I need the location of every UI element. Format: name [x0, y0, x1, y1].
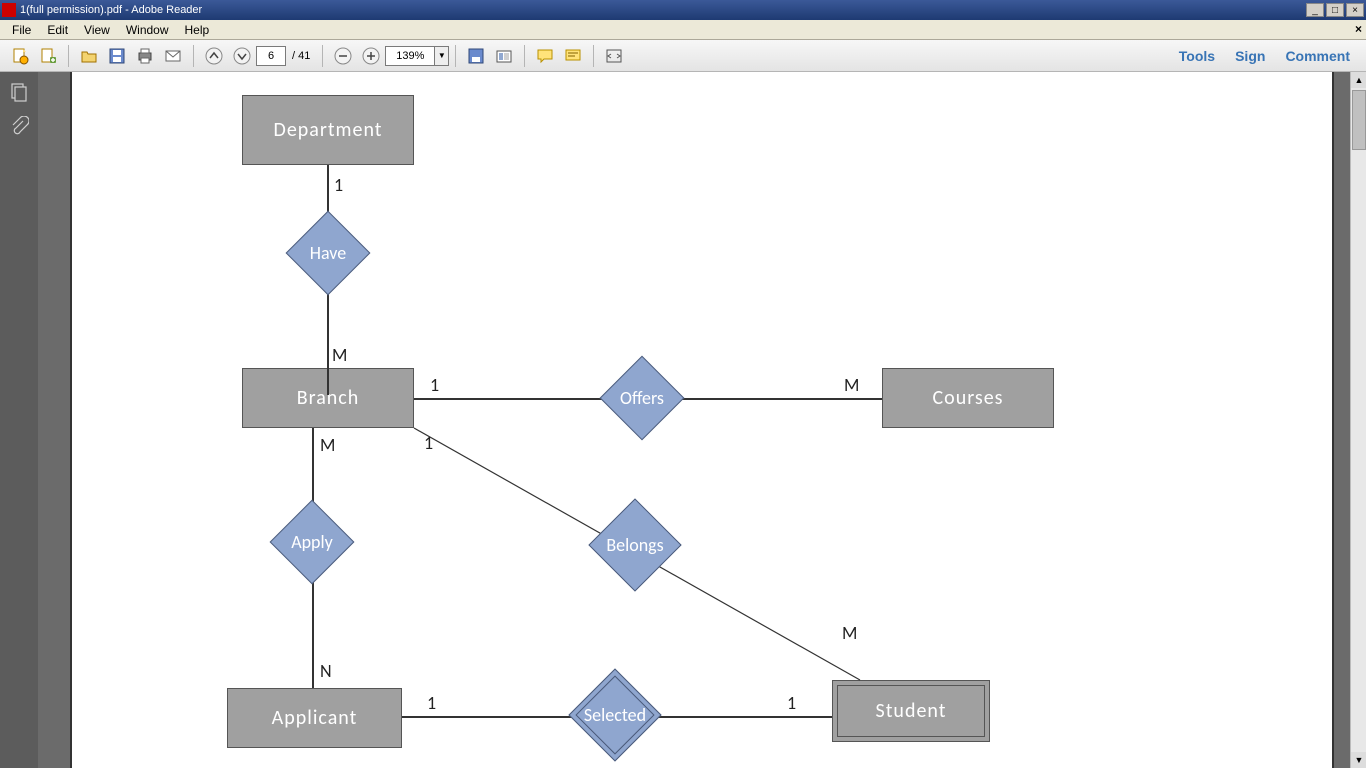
relationship-offers: Offers [612, 368, 672, 428]
relationship-belongs: Belongs [602, 512, 668, 578]
email-icon[interactable] [161, 44, 185, 68]
card-offers-courses: M [844, 374, 859, 396]
card-have-branch: M [332, 344, 347, 366]
highlight-icon[interactable] [561, 44, 585, 68]
scroll-down-arrow[interactable]: ▼ [1351, 752, 1366, 768]
page-number-input[interactable] [256, 46, 286, 66]
sign-panel-button[interactable]: Sign [1225, 44, 1275, 68]
page-down-button[interactable] [230, 44, 254, 68]
scroll-thumb[interactable] [1352, 90, 1366, 150]
card-apply-applicant: N [320, 660, 332, 682]
export-pdf-icon[interactable] [8, 44, 32, 68]
menu-file[interactable]: File [4, 21, 39, 39]
vertical-scrollbar[interactable]: ▲ ▼ [1350, 72, 1366, 768]
attachments-icon[interactable] [7, 114, 31, 138]
menu-edit[interactable]: Edit [39, 21, 76, 39]
card-applicant-selected: 1 [427, 692, 436, 714]
pdf-page: Department Branch Courses Applicant Stud… [70, 72, 1334, 768]
window-title: 1(full permission).pdf - Adobe Reader [20, 4, 202, 16]
card-branch-belongs: 1 [424, 432, 433, 454]
menu-window[interactable]: Window [118, 21, 177, 39]
read-mode-icon[interactable] [602, 44, 626, 68]
zoom-out-button[interactable] [331, 44, 355, 68]
save-copy-icon[interactable] [464, 44, 488, 68]
toolbar: / 41 139% ▼ Tools Sign Comment [0, 40, 1366, 72]
close-button[interactable]: × [1346, 3, 1364, 17]
pdf-app-icon [2, 3, 16, 17]
card-selected-student: 1 [787, 692, 796, 714]
menu-bar: File Edit View Window Help × [0, 20, 1366, 40]
relationship-apply: Apply [282, 512, 342, 572]
comment-panel-button[interactable]: Comment [1275, 44, 1360, 68]
save-icon[interactable] [105, 44, 129, 68]
zoom-dropdown-button[interactable]: ▼ [435, 46, 449, 66]
page-count-label: / 41 [292, 50, 310, 62]
document-close-button[interactable]: × [1355, 22, 1362, 36]
document-viewport[interactable]: Department Branch Courses Applicant Stud… [38, 72, 1366, 768]
minimize-button[interactable]: _ [1306, 3, 1324, 17]
card-branch-offers: 1 [430, 374, 439, 396]
card-dept-have: 1 [334, 174, 343, 196]
thumbnails-icon[interactable] [7, 80, 31, 104]
zoom-level-input[interactable]: 139% [385, 46, 435, 66]
create-pdf-icon[interactable] [36, 44, 60, 68]
scroll-up-arrow[interactable]: ▲ [1351, 72, 1366, 88]
print-icon[interactable] [133, 44, 157, 68]
card-branch-apply: M [320, 434, 335, 456]
card-belongs-student: M [842, 622, 857, 644]
open-icon[interactable] [77, 44, 101, 68]
content-area: Department Branch Courses Applicant Stud… [0, 72, 1366, 768]
relationship-have: Have [298, 223, 358, 283]
maximize-button[interactable]: □ [1326, 3, 1344, 17]
title-bar: 1(full permission).pdf - Adobe Reader _ … [0, 0, 1366, 20]
edge-branch-student [72, 72, 1072, 768]
navigation-pane [0, 72, 38, 768]
menu-view[interactable]: View [76, 21, 118, 39]
tools-panel-button[interactable]: Tools [1169, 44, 1225, 68]
menu-help[interactable]: Help [177, 21, 218, 39]
relationship-selected: Selected [582, 682, 648, 748]
page-up-button[interactable] [202, 44, 226, 68]
comment-bubble-icon[interactable] [533, 44, 557, 68]
snapshot-icon[interactable] [492, 44, 516, 68]
zoom-in-button[interactable] [359, 44, 383, 68]
